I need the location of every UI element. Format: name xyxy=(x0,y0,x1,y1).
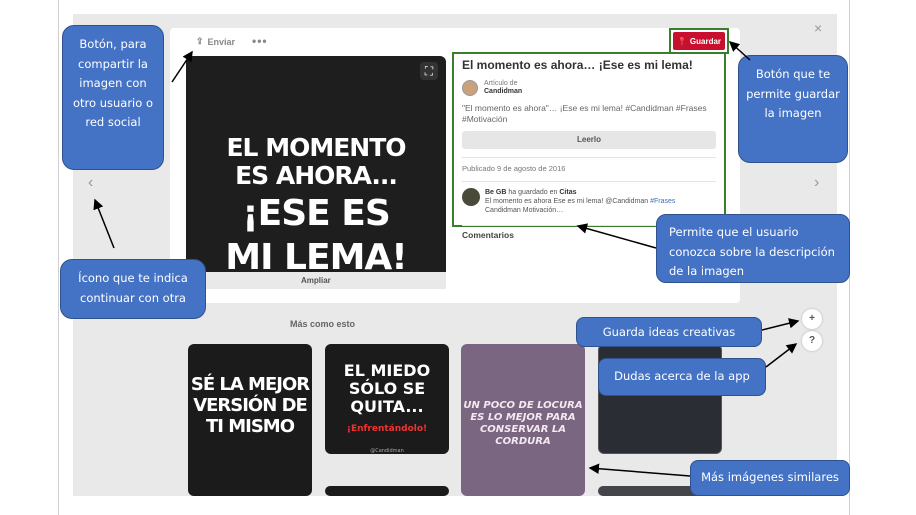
arrow-next xyxy=(93,198,115,249)
arrow-description xyxy=(576,223,657,249)
arrow-similar xyxy=(588,463,691,477)
arrow-ideas xyxy=(761,318,800,331)
arrow-save xyxy=(728,40,751,61)
arrow-share xyxy=(171,50,193,83)
arrow-help xyxy=(765,343,798,368)
annotation-arrows xyxy=(93,40,800,477)
